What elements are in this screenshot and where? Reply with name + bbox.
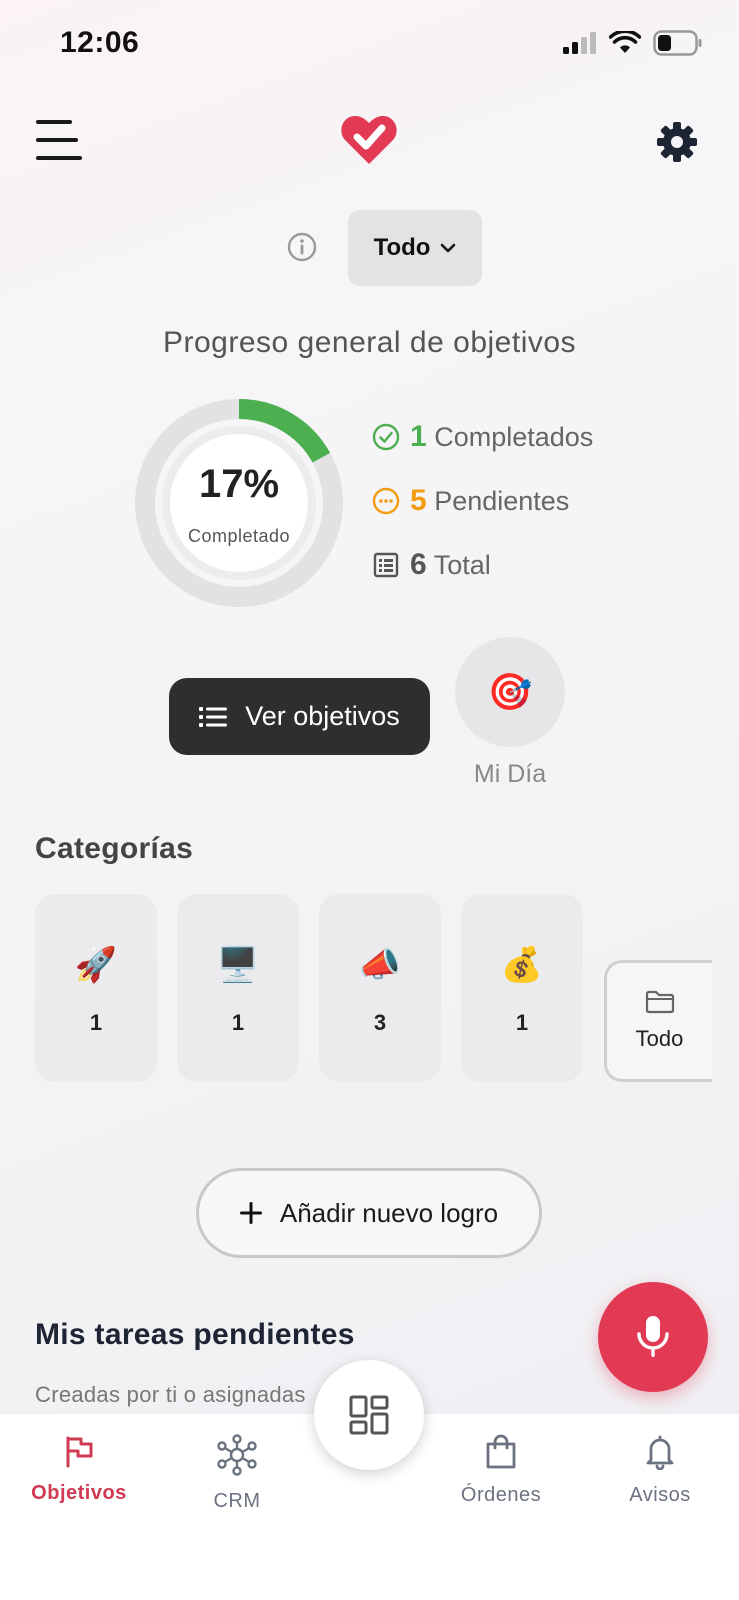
- check-circle-icon: [372, 423, 400, 451]
- filter-label: Todo: [373, 234, 431, 261]
- category-card[interactable]: 🖥️ 1: [177, 894, 299, 1082]
- list-icon: [199, 706, 228, 727]
- completed-label: Completados: [434, 422, 594, 452]
- progress-sub-label: Completado: [187, 526, 291, 546]
- add-achievement-label: Añadir nuevo logro: [279, 1197, 499, 1228]
- dashboard-icon: [349, 1395, 389, 1435]
- menu-icon[interactable]: [36, 118, 82, 164]
- stat-completed: 1 Completados: [372, 420, 593, 454]
- nav-label: Avisos: [629, 1484, 691, 1506]
- signal-icon: [563, 32, 596, 54]
- filter-dropdown[interactable]: Todo: [348, 210, 482, 286]
- category-count: 1: [231, 1010, 245, 1035]
- rocket-icon: 🚀: [74, 946, 118, 984]
- nav-item-crm[interactable]: CRM: [167, 1434, 307, 1513]
- wifi-icon: [609, 31, 641, 53]
- completed-count: 1: [410, 420, 427, 453]
- info-icon[interactable]: [287, 232, 317, 262]
- pending-label: Pendientes: [434, 486, 570, 516]
- tasks-title: Mis tareas pendientes: [35, 1318, 355, 1351]
- list-box-icon: [373, 552, 399, 578]
- megaphone-icon: 📣: [358, 946, 402, 984]
- status-icons: [563, 30, 703, 56]
- my-day-button[interactable]: 🎯: [455, 637, 565, 747]
- nav-item-ordenes[interactable]: Órdenes: [431, 1434, 571, 1507]
- pending-circle-icon: [372, 487, 400, 515]
- nav-item-objetivos[interactable]: Objetivos: [9, 1434, 149, 1505]
- app-logo-icon: [340, 112, 398, 168]
- category-all-card[interactable]: Todo: [604, 960, 712, 1082]
- progress-title: Progreso general de objetivos: [162, 326, 577, 359]
- network-icon: [217, 1434, 257, 1476]
- progress-percent: 17%: [198, 462, 280, 506]
- add-achievement-button[interactable]: Añadir nuevo logro: [196, 1168, 542, 1258]
- stat-total: 6 Total: [372, 548, 491, 582]
- category-count: 3: [373, 1010, 387, 1035]
- bell-icon: [646, 1435, 674, 1470]
- category-card[interactable]: 💰 1: [461, 894, 583, 1082]
- dashboard-button[interactable]: [314, 1360, 424, 1470]
- pending-count: 5: [410, 484, 427, 517]
- shopping-bag-icon: [486, 1434, 516, 1469]
- plus-icon: [239, 1202, 262, 1224]
- flag-icon: [66, 1436, 93, 1468]
- category-card[interactable]: 📣 3: [319, 894, 441, 1082]
- view-goals-label: Ver objetivos: [245, 701, 400, 731]
- category-card[interactable]: 🚀 1: [35, 894, 157, 1082]
- total-label: Total: [433, 550, 491, 580]
- target-icon: 🎯: [487, 671, 533, 712]
- microphone-button[interactable]: [598, 1282, 708, 1392]
- tasks-subtitle: Creadas por ti o asignadas: [35, 1382, 306, 1407]
- total-count: 6: [410, 548, 427, 581]
- money-bag-icon: 💰: [500, 946, 544, 984]
- nav-label: CRM: [213, 1490, 261, 1512]
- category-all-label: Todo: [635, 1026, 684, 1051]
- status-time: 12:06: [60, 26, 140, 59]
- stat-pending: 5 Pendientes: [372, 484, 569, 518]
- nav-label: Órdenes: [460, 1484, 542, 1506]
- folder-icon: [645, 990, 674, 1014]
- my-day-label: Mi Día: [473, 760, 547, 788]
- gear-icon[interactable]: [655, 120, 699, 164]
- category-count: 1: [515, 1010, 529, 1035]
- chevron-down-icon: [441, 243, 456, 253]
- nav-item-avisos[interactable]: Avisos: [590, 1434, 730, 1507]
- nav-label: Objetivos: [31, 1482, 127, 1504]
- category-count: 1: [89, 1010, 103, 1035]
- microphone-icon: [637, 1316, 669, 1357]
- battery-icon: [653, 30, 702, 56]
- categories-title: Categorías: [35, 832, 194, 865]
- computer-icon: 🖥️: [216, 946, 260, 984]
- view-goals-button[interactable]: Ver objetivos: [169, 678, 430, 755]
